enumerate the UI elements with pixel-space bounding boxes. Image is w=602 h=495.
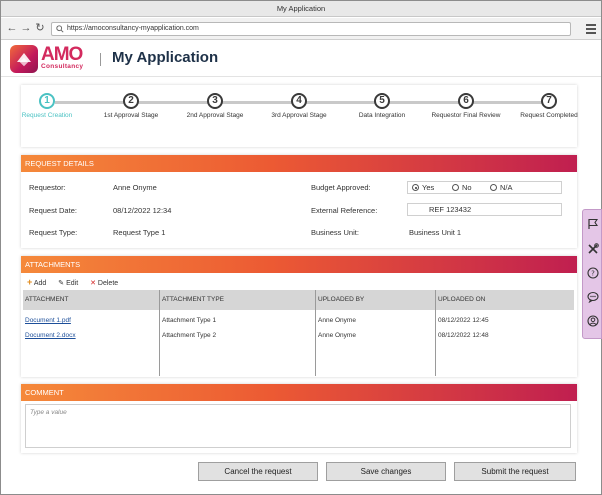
- attachments-toolbar: + Add ✎ Edit ✕ Delete: [27, 277, 128, 287]
- comment-panel: COMMENT Type a value: [21, 384, 577, 453]
- radio-label: N/A: [500, 183, 513, 192]
- table-cell: Anne Onyme: [318, 317, 356, 324]
- progress-stepper: 1 Request Creation 2 1st Approval Stage …: [21, 85, 578, 147]
- edit-button[interactable]: ✎ Edit: [58, 280, 78, 287]
- step-number: 1: [39, 93, 55, 109]
- comment-textarea[interactable]: Type a value: [25, 404, 571, 448]
- plus-icon: +: [27, 277, 33, 287]
- chat-icon[interactable]: [587, 291, 599, 303]
- step-number: 6: [458, 93, 474, 109]
- step-label: Requestor Final Review: [431, 112, 501, 119]
- header-divider: [100, 53, 101, 66]
- column-header[interactable]: ATTACHMENT TYPE: [162, 296, 224, 303]
- table-cell: 08/12/2022 12:45: [438, 317, 489, 324]
- step-label: Request Creation: [21, 112, 73, 119]
- step-label: 2nd Approval Stage: [186, 112, 244, 119]
- help-icon[interactable]: ?: [587, 267, 599, 279]
- step-number: 7: [541, 93, 557, 109]
- address-bar[interactable]: https://amoconsultancy-myapplication.com: [51, 22, 571, 36]
- step-5[interactable]: 5 Data Integration: [347, 93, 417, 120]
- requestor-label: Requestor:: [29, 183, 66, 192]
- radio-unselected-icon: [490, 184, 497, 191]
- radio-yes[interactable]: Yes: [412, 182, 434, 193]
- business-unit-value: Business Unit 1: [409, 228, 462, 237]
- step-label: Request Completed: [520, 112, 578, 119]
- window-title: My Application: [1, 1, 601, 17]
- attachments-panel: ATTACHMENTS + Add ✎ Edit ✕ Delete ATTACH…: [21, 256, 577, 377]
- add-label: Add: [33, 280, 47, 287]
- column-header[interactable]: ATTACHMENT: [25, 296, 68, 303]
- step-number: 3: [207, 93, 223, 109]
- business-unit-label: Business Unit:: [311, 228, 359, 237]
- logo-icon: [10, 45, 38, 73]
- radio-selected-icon: [412, 184, 419, 191]
- submit-request-button[interactable]: Submit the request: [454, 462, 576, 481]
- logo-subtext: Consultancy: [41, 63, 84, 70]
- request-type-value: Request Type 1: [113, 228, 166, 237]
- requestor-value: Anne Onyme: [113, 183, 157, 192]
- table-cell: Attachment Type 2: [162, 332, 217, 339]
- step-3[interactable]: 3 2nd Approval Stage: [180, 93, 250, 120]
- radio-label: Yes: [422, 183, 435, 192]
- step-number: 2: [123, 93, 139, 109]
- external-reference-label: External Reference:: [311, 206, 378, 215]
- add-button[interactable]: + Add: [27, 277, 47, 287]
- save-changes-button[interactable]: Save changes: [326, 462, 446, 481]
- budget-approved-radio-group: Yes No N/A: [407, 181, 562, 194]
- reload-icon[interactable]: ↻: [34, 22, 46, 34]
- attachment-link[interactable]: Document 1.pdf: [25, 317, 71, 324]
- step-label: Data Integration: [358, 112, 406, 119]
- forward-icon[interactable]: →: [20, 22, 32, 34]
- attachment-link[interactable]: Document 2.docx: [25, 332, 76, 339]
- section-header: ATTACHMENTS: [21, 256, 577, 273]
- table-cell: Attachment Type 1: [162, 317, 217, 324]
- delete-button[interactable]: ✕ Delete: [90, 280, 118, 287]
- delete-icon: ✕: [90, 280, 96, 287]
- side-toolbar: ?: [582, 209, 602, 339]
- external-reference-input[interactable]: REF 123432: [407, 203, 562, 216]
- edit-label: Edit: [66, 280, 79, 287]
- table-cell: Anne Onyme: [318, 332, 356, 339]
- step-1[interactable]: 1 Request Creation: [12, 93, 82, 120]
- budget-approved-label: Budget Approved:: [311, 183, 371, 192]
- pencil-icon: ✎: [58, 280, 65, 287]
- page-title: My Application: [112, 49, 219, 66]
- delete-label: Delete: [97, 280, 119, 287]
- radio-label: No: [462, 183, 472, 192]
- request-type-label: Request Type:: [29, 228, 78, 237]
- step-label: 3rd Approval Stage: [271, 112, 327, 119]
- cancel-request-button[interactable]: Cancel the request: [198, 462, 318, 481]
- radio-na[interactable]: N/A: [490, 182, 513, 193]
- column-header[interactable]: UPLOADED BY: [318, 296, 364, 303]
- browser-window: My Application ← → ↻ https://amoconsulta…: [0, 0, 602, 495]
- section-header: REQUEST DETAILS: [21, 155, 577, 172]
- flag-icon[interactable]: [587, 218, 599, 230]
- svg-text:?: ?: [591, 270, 595, 278]
- table-cell: 08/12/2022 12:48: [438, 332, 489, 339]
- request-date-label: Request Date:: [29, 206, 77, 215]
- browser-navbar: ← → ↻ https://amoconsultancy-myapplicati…: [1, 18, 601, 40]
- hamburger-menu-icon[interactable]: [586, 22, 596, 34]
- step-label: 1st Approval Stage: [103, 112, 159, 119]
- request-details-panel: REQUEST DETAILS Requestor: Anne Onyme Re…: [21, 155, 577, 248]
- radio-unselected-icon: [452, 184, 459, 191]
- back-icon[interactable]: ←: [6, 22, 18, 34]
- request-date-value: 08/12/2022 12:34: [113, 206, 172, 215]
- column-header[interactable]: UPLOADED ON: [438, 296, 485, 303]
- step-6[interactable]: 6 Requestor Final Review: [431, 93, 501, 120]
- step-4[interactable]: 4 3rd Approval Stage: [264, 93, 334, 120]
- user-icon[interactable]: [587, 315, 599, 327]
- radio-no[interactable]: No: [452, 182, 472, 193]
- tools-icon[interactable]: [587, 243, 599, 255]
- step-number: 5: [374, 93, 390, 109]
- app-header: AMO Consultancy My Application: [1, 41, 601, 77]
- search-icon: [56, 25, 64, 33]
- attachments-table: ATTACHMENT ATTACHMENT TYPE UPLOADED BY U…: [23, 290, 574, 376]
- section-header: COMMENT: [21, 384, 577, 401]
- step-7[interactable]: 7 Request Completed: [514, 93, 584, 120]
- step-2[interactable]: 2 1st Approval Stage: [96, 93, 166, 120]
- step-number: 4: [291, 93, 307, 109]
- url-text: https://amoconsultancy-myapplication.com: [67, 25, 199, 32]
